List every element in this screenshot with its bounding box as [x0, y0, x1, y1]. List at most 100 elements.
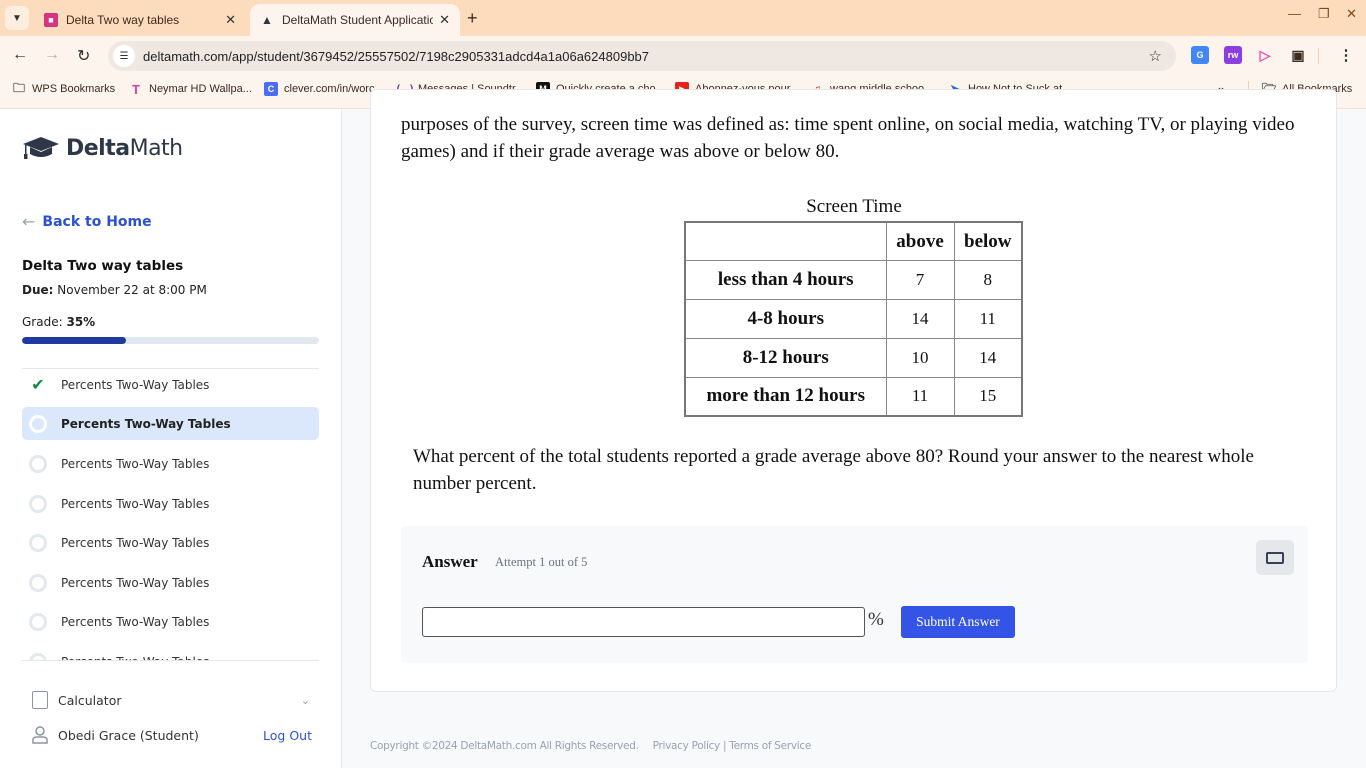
question-text: What percent of the total students repor… — [413, 446, 1254, 494]
deltamath-logo[interactable]: Delta Math — [22, 135, 183, 161]
toolbar-divider — [1318, 48, 1319, 64]
browser-menu-icon[interactable]: ⋮ — [1337, 46, 1355, 64]
close-tab-icon[interactable]: ✕ — [439, 12, 450, 28]
problem-list-item[interactable]: Percents Two-Way Tables — [22, 487, 319, 520]
problem-label: Percents Two-Way Tables — [61, 377, 210, 392]
attempt-counter: Attempt 1 out of 5 — [495, 555, 588, 569]
grade-label: Grade: — [22, 315, 63, 329]
readwrite-extension-icon[interactable]: rw — [1224, 46, 1242, 64]
address-bar[interactable]: ☰ deltamath.com/app/student/3679452/2555… — [108, 41, 1176, 71]
problem-intro-text: purposes of the survey, screen time was … — [401, 114, 1295, 162]
log-out-link[interactable]: Log Out — [263, 728, 312, 743]
pink-arrow-extension-icon[interactable]: ▷ — [1256, 46, 1274, 64]
problem-list-item[interactable]: Percents Two-Way Tables — [22, 566, 319, 599]
forward-arrow-icon[interactable]: → — [44, 46, 60, 64]
restore-icon[interactable]: ❐ — [1318, 6, 1330, 22]
problem-list[interactable]: ✔ Percents Two-Way Tables Percents Two-Way… — [22, 368, 319, 660]
reload-icon[interactable]: ↻ — [77, 46, 90, 66]
problem-list-item[interactable]: ✔ Percents Two-Way Tables — [22, 368, 319, 401]
minimize-icon[interactable]: — — [1288, 6, 1301, 21]
sidebar: Delta Math ← Back to Home Delta Two way t… — [0, 109, 342, 768]
incomplete-circle-icon — [29, 573, 47, 592]
classroom-favicon-icon: ■ — [44, 13, 58, 27]
problem-label: Percents Two-Way Tables — [61, 416, 231, 431]
grade-progress-bar — [22, 337, 319, 344]
grade-progress-fill — [22, 337, 126, 344]
incomplete-circle-icon — [29, 652, 47, 660]
table-row: less than 4 hours 7 8 — [684, 260, 1023, 301]
row-header: less than 4 hours — [684, 260, 887, 301]
google-translate-extension-icon[interactable]: G — [1191, 46, 1209, 64]
bookmark-label: WPS Bookmarks — [32, 83, 116, 95]
tab-title: DeltaMath Student Application — [282, 13, 434, 27]
answer-section: Answer Attempt 1 out of 5 % Submit Answe… — [401, 526, 1308, 663]
brand-light: Math — [129, 135, 184, 161]
tab-search-button[interactable]: ▼ — [5, 6, 29, 30]
tab-title: Delta Two way tables — [66, 13, 180, 27]
bookmark-item[interactable]: T Neymar HD Wallpa... — [129, 82, 252, 97]
cell-above: 11 — [885, 376, 955, 417]
tab-delta-two-way-tables[interactable]: ■ Delta Two way tables ✕ — [34, 4, 246, 36]
problem-list-item[interactable]: Percents Two-Way Tables — [22, 645, 319, 660]
keyboard-icon — [1266, 551, 1284, 564]
footer-links[interactable]: Privacy Policy | Terms of Service — [653, 740, 812, 752]
clever-icon: C — [264, 82, 278, 96]
calculator-toggle[interactable]: Calculator ⌄ — [32, 691, 310, 709]
problem-label: Percents Two-Way Tables — [61, 496, 210, 511]
cell-above: 10 — [885, 337, 955, 378]
problem-list-item[interactable]: Percents Two-Way Tables — [22, 526, 319, 559]
problem-label: Percents Two-Way Tables — [61, 456, 210, 471]
bookmark-item[interactable]: Cclever.com/in/worc... — [264, 82, 384, 96]
assignment-title: Delta Two way tables — [22, 258, 184, 274]
bookmark-item[interactable]: 🗀 WPS Bookmarks — [12, 81, 116, 96]
cell-below: 11 — [953, 299, 1023, 339]
problem-list-item[interactable]: Percents Two-Way Tables — [22, 407, 319, 440]
chevron-down-icon: ⌄ — [300, 693, 310, 707]
tab-deltamath-student-application[interactable]: ▲ DeltaMath Student Application ✕ — [250, 4, 460, 36]
deltamath-app: Delta Math ← Back to Home Delta Two way t… — [0, 89, 1366, 768]
checkmark-icon: ✔ — [31, 375, 45, 394]
bookmark-star-icon[interactable]: ☆ — [1149, 47, 1162, 65]
problem-label: Percents Two-Way Tables — [61, 575, 210, 590]
problem-list-item[interactable]: Percents Two-Way Tables — [22, 447, 319, 480]
column-header: above — [885, 221, 955, 262]
back-arrow-icon[interactable]: ← — [12, 46, 28, 64]
table-row: more than 12 hours 11 15 — [684, 376, 1023, 417]
virtual-keyboard-button[interactable] — [1256, 540, 1294, 575]
problem-list-item[interactable]: Percents Two-Way Tables — [22, 605, 319, 638]
cell-above: 7 — [885, 260, 955, 301]
browser-toolbar: ← → ↻ ☰ deltamath.com/app/student/367945… — [0, 36, 1366, 76]
extensions-puzzle-icon[interactable]: ▣ — [1289, 46, 1307, 64]
url-text[interactable]: deltamath.com/app/student/3679452/255575… — [143, 49, 649, 64]
corner-cell — [684, 221, 887, 262]
incomplete-circle-icon — [29, 454, 47, 473]
divider — [22, 660, 319, 661]
graduation-cap-icon — [23, 137, 59, 159]
user-row: Obedi Grace (Student) Log Out — [32, 726, 312, 744]
submit-answer-button[interactable]: Submit Answer — [901, 606, 1015, 638]
due-date: Due: November 22 at 8:00 PM — [22, 283, 207, 297]
new-tab-button[interactable]: + — [467, 8, 478, 29]
close-window-icon[interactable]: ✕ — [1346, 6, 1357, 22]
two-way-table: above below less than 4 hours 7 8 4-8 hours 14… — [684, 221, 1023, 417]
close-tab-icon[interactable]: ✕ — [225, 12, 236, 28]
calculator-icon — [32, 691, 48, 709]
user-icon — [32, 726, 48, 744]
graduation-cap-icon: ▲ — [261, 13, 273, 27]
bookmark-label: clever.com/in/worc... — [284, 83, 384, 95]
calculator-label: Calculator — [58, 692, 122, 708]
user-name: Obedi Grace (Student) — [58, 727, 199, 743]
back-to-home-link[interactable]: ← Back to Home — [22, 212, 152, 231]
problem-card: purposes of the survey, screen time was … — [370, 89, 1337, 692]
answer-label: Answer — [422, 552, 478, 571]
table-row: 4-8 hours 14 11 — [684, 299, 1023, 339]
answer-input[interactable] — [422, 607, 865, 637]
incomplete-circle-icon — [29, 494, 47, 513]
incomplete-circle-icon — [29, 533, 47, 552]
site-info-icon[interactable]: ☰ — [113, 45, 135, 67]
grade: Grade: 35% — [22, 315, 95, 329]
incomplete-circle-icon — [29, 612, 47, 631]
copyright-text: Copyright ©2024 DeltaMath.com All Rights… — [370, 740, 639, 752]
bookmark-label: Neymar HD Wallpa... — [149, 83, 252, 95]
current-problem-circle-icon — [29, 414, 47, 433]
